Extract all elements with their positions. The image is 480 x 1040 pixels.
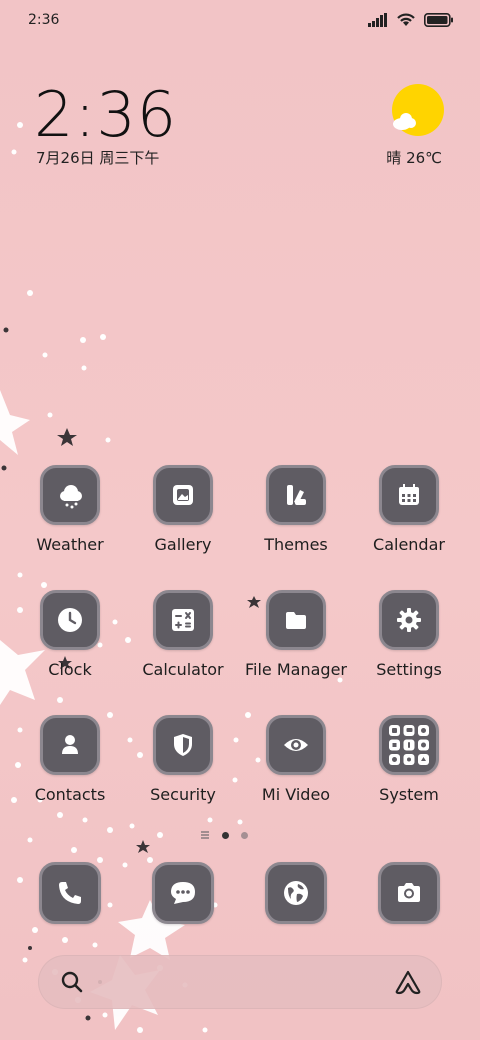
- app-label: Settings: [376, 660, 442, 679]
- app-calendar[interactable]: Calendar: [354, 465, 464, 554]
- page-dot: [241, 831, 248, 839]
- shield-icon: [153, 715, 213, 775]
- status-time: 2:36: [28, 12, 60, 28]
- sun-cloud-icon[interactable]: [390, 84, 446, 140]
- calendar-icon: [379, 465, 439, 525]
- app-weather[interactable]: Weather: [15, 465, 125, 554]
- app-gallery[interactable]: Gallery: [128, 465, 238, 554]
- app-label: Themes: [264, 535, 328, 554]
- messages-icon: [152, 862, 214, 924]
- app-settings[interactable]: Settings: [354, 590, 464, 679]
- weather-icon: [40, 465, 100, 525]
- dock-browser[interactable]: [241, 862, 351, 924]
- weather-text[interactable]: 晴 26℃: [386, 147, 442, 168]
- dock-camera[interactable]: [354, 862, 464, 924]
- app-mi-video[interactable]: Mi Video: [241, 715, 351, 804]
- wifi-icon: [397, 13, 415, 26]
- app-folder-system[interactable]: System: [354, 715, 464, 804]
- browser-globe-icon: [265, 862, 327, 924]
- phone-icon: [39, 862, 101, 924]
- lockscreen-clock[interactable]: 2:36: [34, 78, 177, 151]
- feed-page-icon: [201, 831, 209, 839]
- dock-phone[interactable]: [15, 862, 125, 924]
- battery-icon: [424, 12, 453, 27]
- eye-icon: [266, 715, 326, 775]
- app-label: Gallery: [154, 535, 212, 554]
- app-label: Contacts: [34, 785, 106, 804]
- app-themes[interactable]: Themes: [241, 465, 351, 554]
- app-label: Clock: [48, 660, 92, 679]
- lockscreen-date[interactable]: 7月26日 周三下午: [36, 147, 159, 168]
- camera-icon: [378, 862, 440, 924]
- search-icon: [61, 971, 83, 993]
- folder-icon: [266, 590, 326, 650]
- folder-grid-icon: [379, 715, 439, 775]
- gallery-icon: [153, 465, 213, 525]
- app-file-manager[interactable]: File Manager: [241, 590, 351, 679]
- page-indicator[interactable]: [200, 830, 248, 840]
- signal-icon: [368, 12, 387, 27]
- app-calculator[interactable]: Calculator: [128, 590, 238, 679]
- app-label: Calculator: [142, 660, 224, 679]
- calculator-icon: [153, 590, 213, 650]
- app-label: Calendar: [373, 535, 445, 554]
- app-label: Mi Video: [261, 785, 331, 804]
- app-label: Weather: [36, 535, 104, 554]
- themes-icon: [266, 465, 326, 525]
- status-bar: 2:36: [0, 0, 480, 44]
- app-clock[interactable]: Clock: [15, 590, 125, 679]
- app-label: File Manager: [245, 660, 347, 679]
- app-security[interactable]: Security: [128, 715, 238, 804]
- search-bar[interactable]: [38, 955, 442, 1009]
- page-dot-active: [222, 831, 229, 839]
- gear-icon: [379, 590, 439, 650]
- contacts-icon: [40, 715, 100, 775]
- app-label: Security: [150, 785, 216, 804]
- app-contacts[interactable]: Contacts: [15, 715, 125, 804]
- clock-icon: [40, 590, 100, 650]
- dock-messages[interactable]: [128, 862, 238, 924]
- assistant-icon[interactable]: [394, 969, 422, 995]
- app-label: System: [379, 785, 439, 804]
